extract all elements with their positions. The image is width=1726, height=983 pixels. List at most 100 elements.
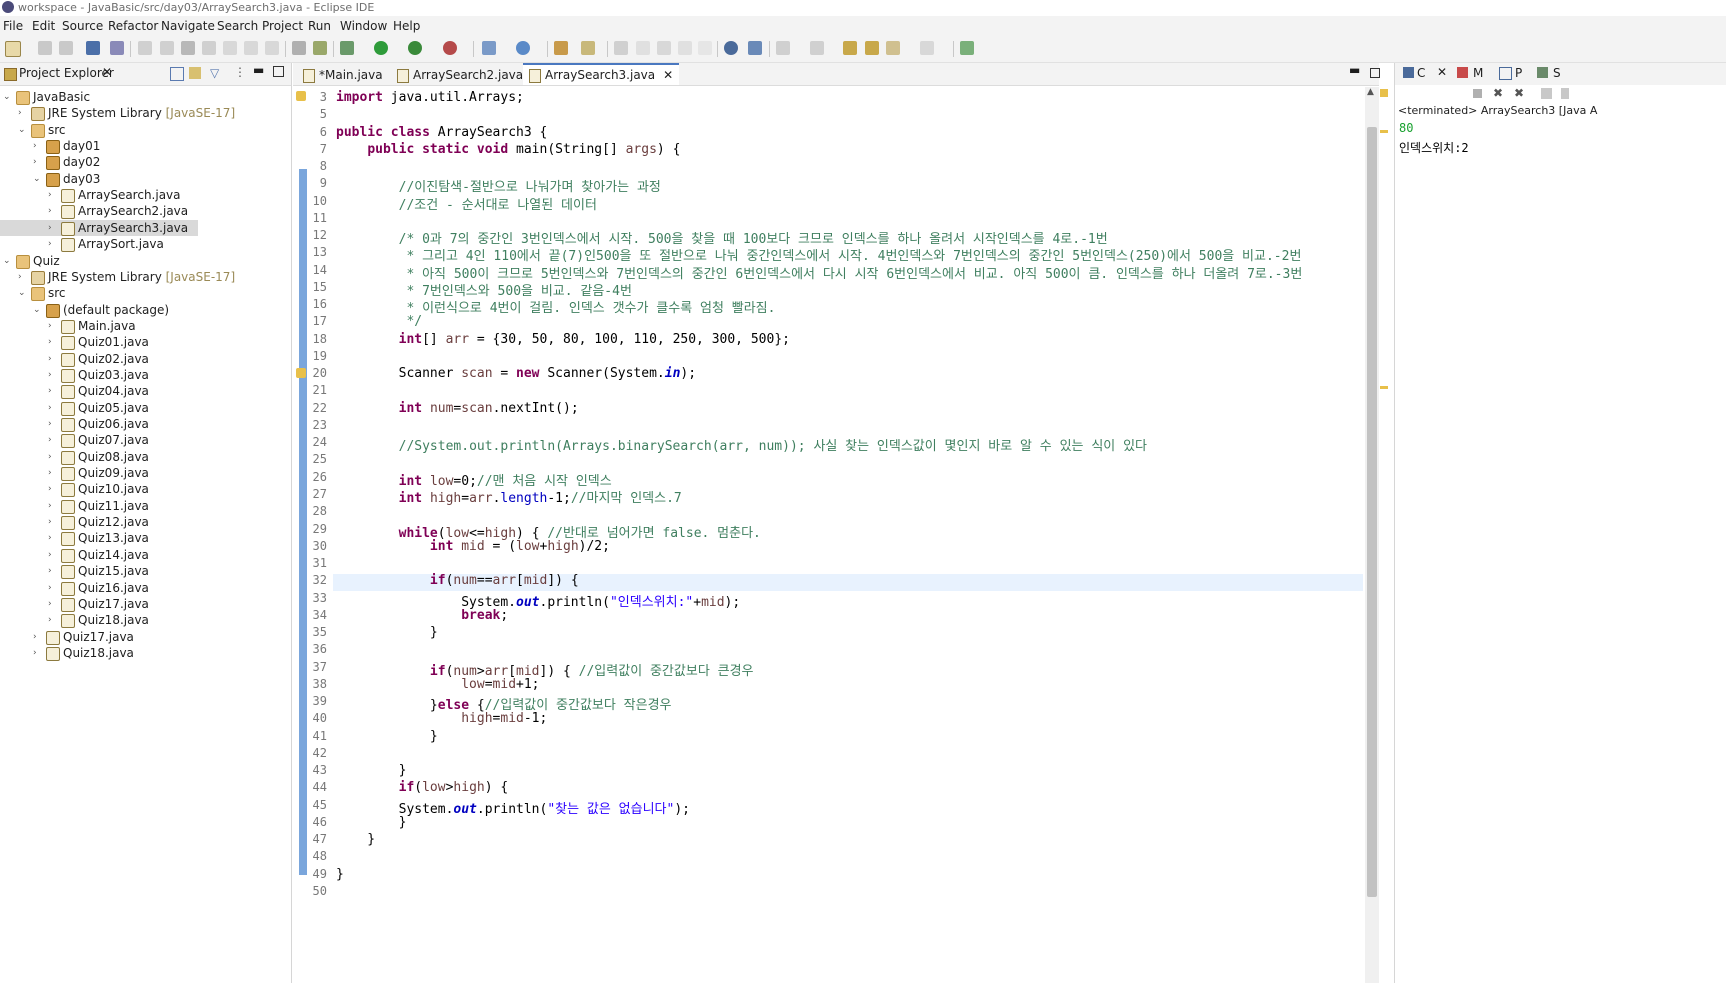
- tree-item[interactable]: › ArraySearch.java: [0, 187, 288, 204]
- code-line[interactable]: if(num>arr[mid]) { //입력값이 중간값보다 큰경우: [336, 660, 754, 679]
- filter-icon[interactable]: ▽: [210, 66, 219, 80]
- tree-item[interactable]: › Quiz12.java: [0, 514, 288, 531]
- chevron-right-icon[interactable]: ›: [48, 563, 58, 579]
- code-line[interactable]: break;: [336, 608, 508, 623]
- pin-icon[interactable]: [748, 41, 762, 55]
- remove-all-icon[interactable]: ✖: [1514, 86, 1524, 100]
- chevron-right-icon[interactable]: ›: [48, 465, 58, 481]
- menu-search[interactable]: Search: [217, 19, 258, 33]
- chevron-right-icon[interactable]: ›: [48, 400, 58, 416]
- tab-problems[interactable]: P: [1515, 66, 1522, 80]
- maximize-icon[interactable]: [273, 66, 284, 77]
- code-line[interactable]: high=mid-1;: [336, 711, 547, 726]
- code-line[interactable]: * 아직 500이 크므로 5번인덱스와 7번인덱스의 중간인 6번인덱스에서 …: [336, 263, 1302, 282]
- code-line[interactable]: while(low<=high) { //반대로 넘어가면 false. 멈춘다…: [336, 522, 761, 541]
- chevron-right-icon[interactable]: ›: [48, 187, 58, 203]
- step-into-icon[interactable]: [223, 41, 237, 55]
- back-arrow-icon[interactable]: [886, 41, 900, 55]
- stop-icon[interactable]: [1473, 89, 1482, 98]
- tree-item[interactable]: ⌄ (default package): [0, 302, 288, 318]
- code-line[interactable]: System.out.println("인덱스위치:"+mid);: [336, 591, 740, 610]
- tab-arraysearch3-java[interactable]: ArraySearch3.java ✕: [523, 63, 680, 85]
- warning-icon[interactable]: [296, 91, 306, 101]
- chevron-right-icon[interactable]: ›: [48, 236, 58, 252]
- scroll-lock-icon[interactable]: [1561, 88, 1569, 99]
- chevron-right-icon[interactable]: ›: [48, 547, 58, 563]
- chevron-right-icon[interactable]: ›: [48, 203, 58, 219]
- code-line[interactable]: int high=arr.length-1;//마지막 인덱스.7: [336, 487, 682, 506]
- open-type-icon[interactable]: [554, 41, 568, 55]
- globe-icon[interactable]: [724, 41, 738, 55]
- chevron-right-icon[interactable]: ›: [33, 645, 43, 661]
- chevron-right-icon[interactable]: ›: [48, 449, 58, 465]
- warning-icon[interactable]: [296, 368, 306, 378]
- show-whitespace-icon[interactable]: [678, 41, 692, 55]
- tree-item[interactable]: › ArraySearch2.java: [0, 203, 288, 220]
- tree-item[interactable]: › day01: [0, 138, 288, 155]
- menu-project[interactable]: Project: [262, 19, 303, 33]
- terminal-icon[interactable]: [86, 41, 100, 55]
- chevron-right-icon[interactable]: ›: [48, 334, 58, 350]
- previous-annotation-icon[interactable]: [810, 41, 824, 55]
- code-line[interactable]: Scanner scan = new Scanner(System.in);: [336, 366, 696, 381]
- code-line[interactable]: }: [336, 625, 438, 640]
- tree-item[interactable]: ⌄ src: [0, 285, 288, 302]
- remove-launch-icon[interactable]: ✖: [1493, 86, 1503, 100]
- next-annotation-icon[interactable]: [776, 41, 790, 55]
- minimize-icon[interactable]: ▬: [1349, 63, 1360, 77]
- code-line[interactable]: }: [336, 815, 407, 830]
- chevron-right-icon[interactable]: ›: [48, 514, 58, 530]
- disconnect-icon[interactable]: [202, 41, 216, 55]
- code-line[interactable]: }: [336, 867, 344, 882]
- menu-refactor[interactable]: Refactor: [108, 19, 158, 33]
- code-line[interactable]: * 이런식으로 4번이 걸림. 인덱스 갯수가 클수록 엄청 빨라짐.: [336, 297, 775, 316]
- tree-item[interactable]: › Quiz09.java: [0, 465, 288, 482]
- menu-source[interactable]: Source: [62, 19, 103, 33]
- tree-item[interactable]: › Quiz18.java: [0, 612, 288, 629]
- code-line[interactable]: int[] arr = {30, 50, 80, 100, 110, 250, …: [336, 332, 790, 347]
- code-line[interactable]: if(low>high) {: [336, 780, 509, 795]
- tree-item[interactable]: › Main.java: [0, 318, 288, 334]
- tree-item[interactable]: › Quiz03.java: [0, 367, 288, 383]
- tree-item[interactable]: › Quiz17.java: [0, 629, 288, 645]
- tab-console[interactable]: C: [1417, 66, 1425, 80]
- external-tools-icon[interactable]: [443, 41, 457, 55]
- chevron-right-icon[interactable]: ›: [18, 269, 28, 285]
- tree-item[interactable]: › Quiz11.java: [0, 498, 288, 514]
- chevron-right-icon[interactable]: ›: [48, 367, 58, 383]
- view-menu-icon[interactable]: ⋮: [234, 65, 246, 79]
- vertical-scrollbar[interactable]: ▲: [1365, 87, 1379, 983]
- tree-item[interactable]: › Quiz07.java: [0, 432, 288, 449]
- save-all-icon[interactable]: [59, 41, 73, 55]
- toggle-block-selection-icon[interactable]: [636, 41, 650, 55]
- link-with-editor-icon[interactable]: [189, 67, 201, 79]
- tree-item[interactable]: ⌄ day03: [0, 171, 288, 187]
- tree-item[interactable]: › Quiz15.java: [0, 563, 288, 580]
- run-coverage-icon[interactable]: [408, 41, 422, 55]
- warning-marker[interactable]: [1380, 130, 1388, 133]
- tree-item[interactable]: › Quiz16.java: [0, 580, 288, 596]
- tab-servers[interactable]: S: [1553, 66, 1561, 80]
- close-icon[interactable]: ✕: [663, 68, 673, 82]
- new-icon[interactable]: [5, 41, 21, 57]
- tree-item[interactable]: › Quiz18.java: [0, 645, 288, 661]
- close-icon[interactable]: ✕: [102, 65, 112, 79]
- code-line[interactable]: //System.out.println(Arrays.binarySearch…: [336, 435, 1147, 454]
- coverage-icon[interactable]: [313, 41, 327, 55]
- collapse-all-icon[interactable]: [170, 67, 184, 81]
- clear-console-icon[interactable]: [1541, 88, 1552, 99]
- tree-item[interactable]: › Quiz06.java: [0, 416, 288, 432]
- chevron-right-icon[interactable]: ›: [48, 530, 58, 546]
- code-line[interactable]: }: [336, 763, 407, 778]
- debug-icon[interactable]: [340, 41, 354, 55]
- code-line[interactable]: System.out.println("찾는 값은 없습니다");: [336, 798, 690, 817]
- forward-arrow-icon[interactable]: [920, 41, 934, 55]
- tree-item[interactable]: › day02: [0, 154, 288, 171]
- resume-icon[interactable]: [138, 41, 152, 55]
- use-step-filters-icon[interactable]: [292, 41, 306, 55]
- toggle-mark-occurrences-icon[interactable]: [614, 41, 628, 55]
- chevron-right-icon[interactable]: ›: [33, 154, 43, 170]
- tab-main-java[interactable]: *Main.java: [297, 65, 389, 85]
- project-explorer-title[interactable]: Project Explorer: [19, 66, 114, 80]
- skip-breakpoints-icon[interactable]: [110, 41, 124, 55]
